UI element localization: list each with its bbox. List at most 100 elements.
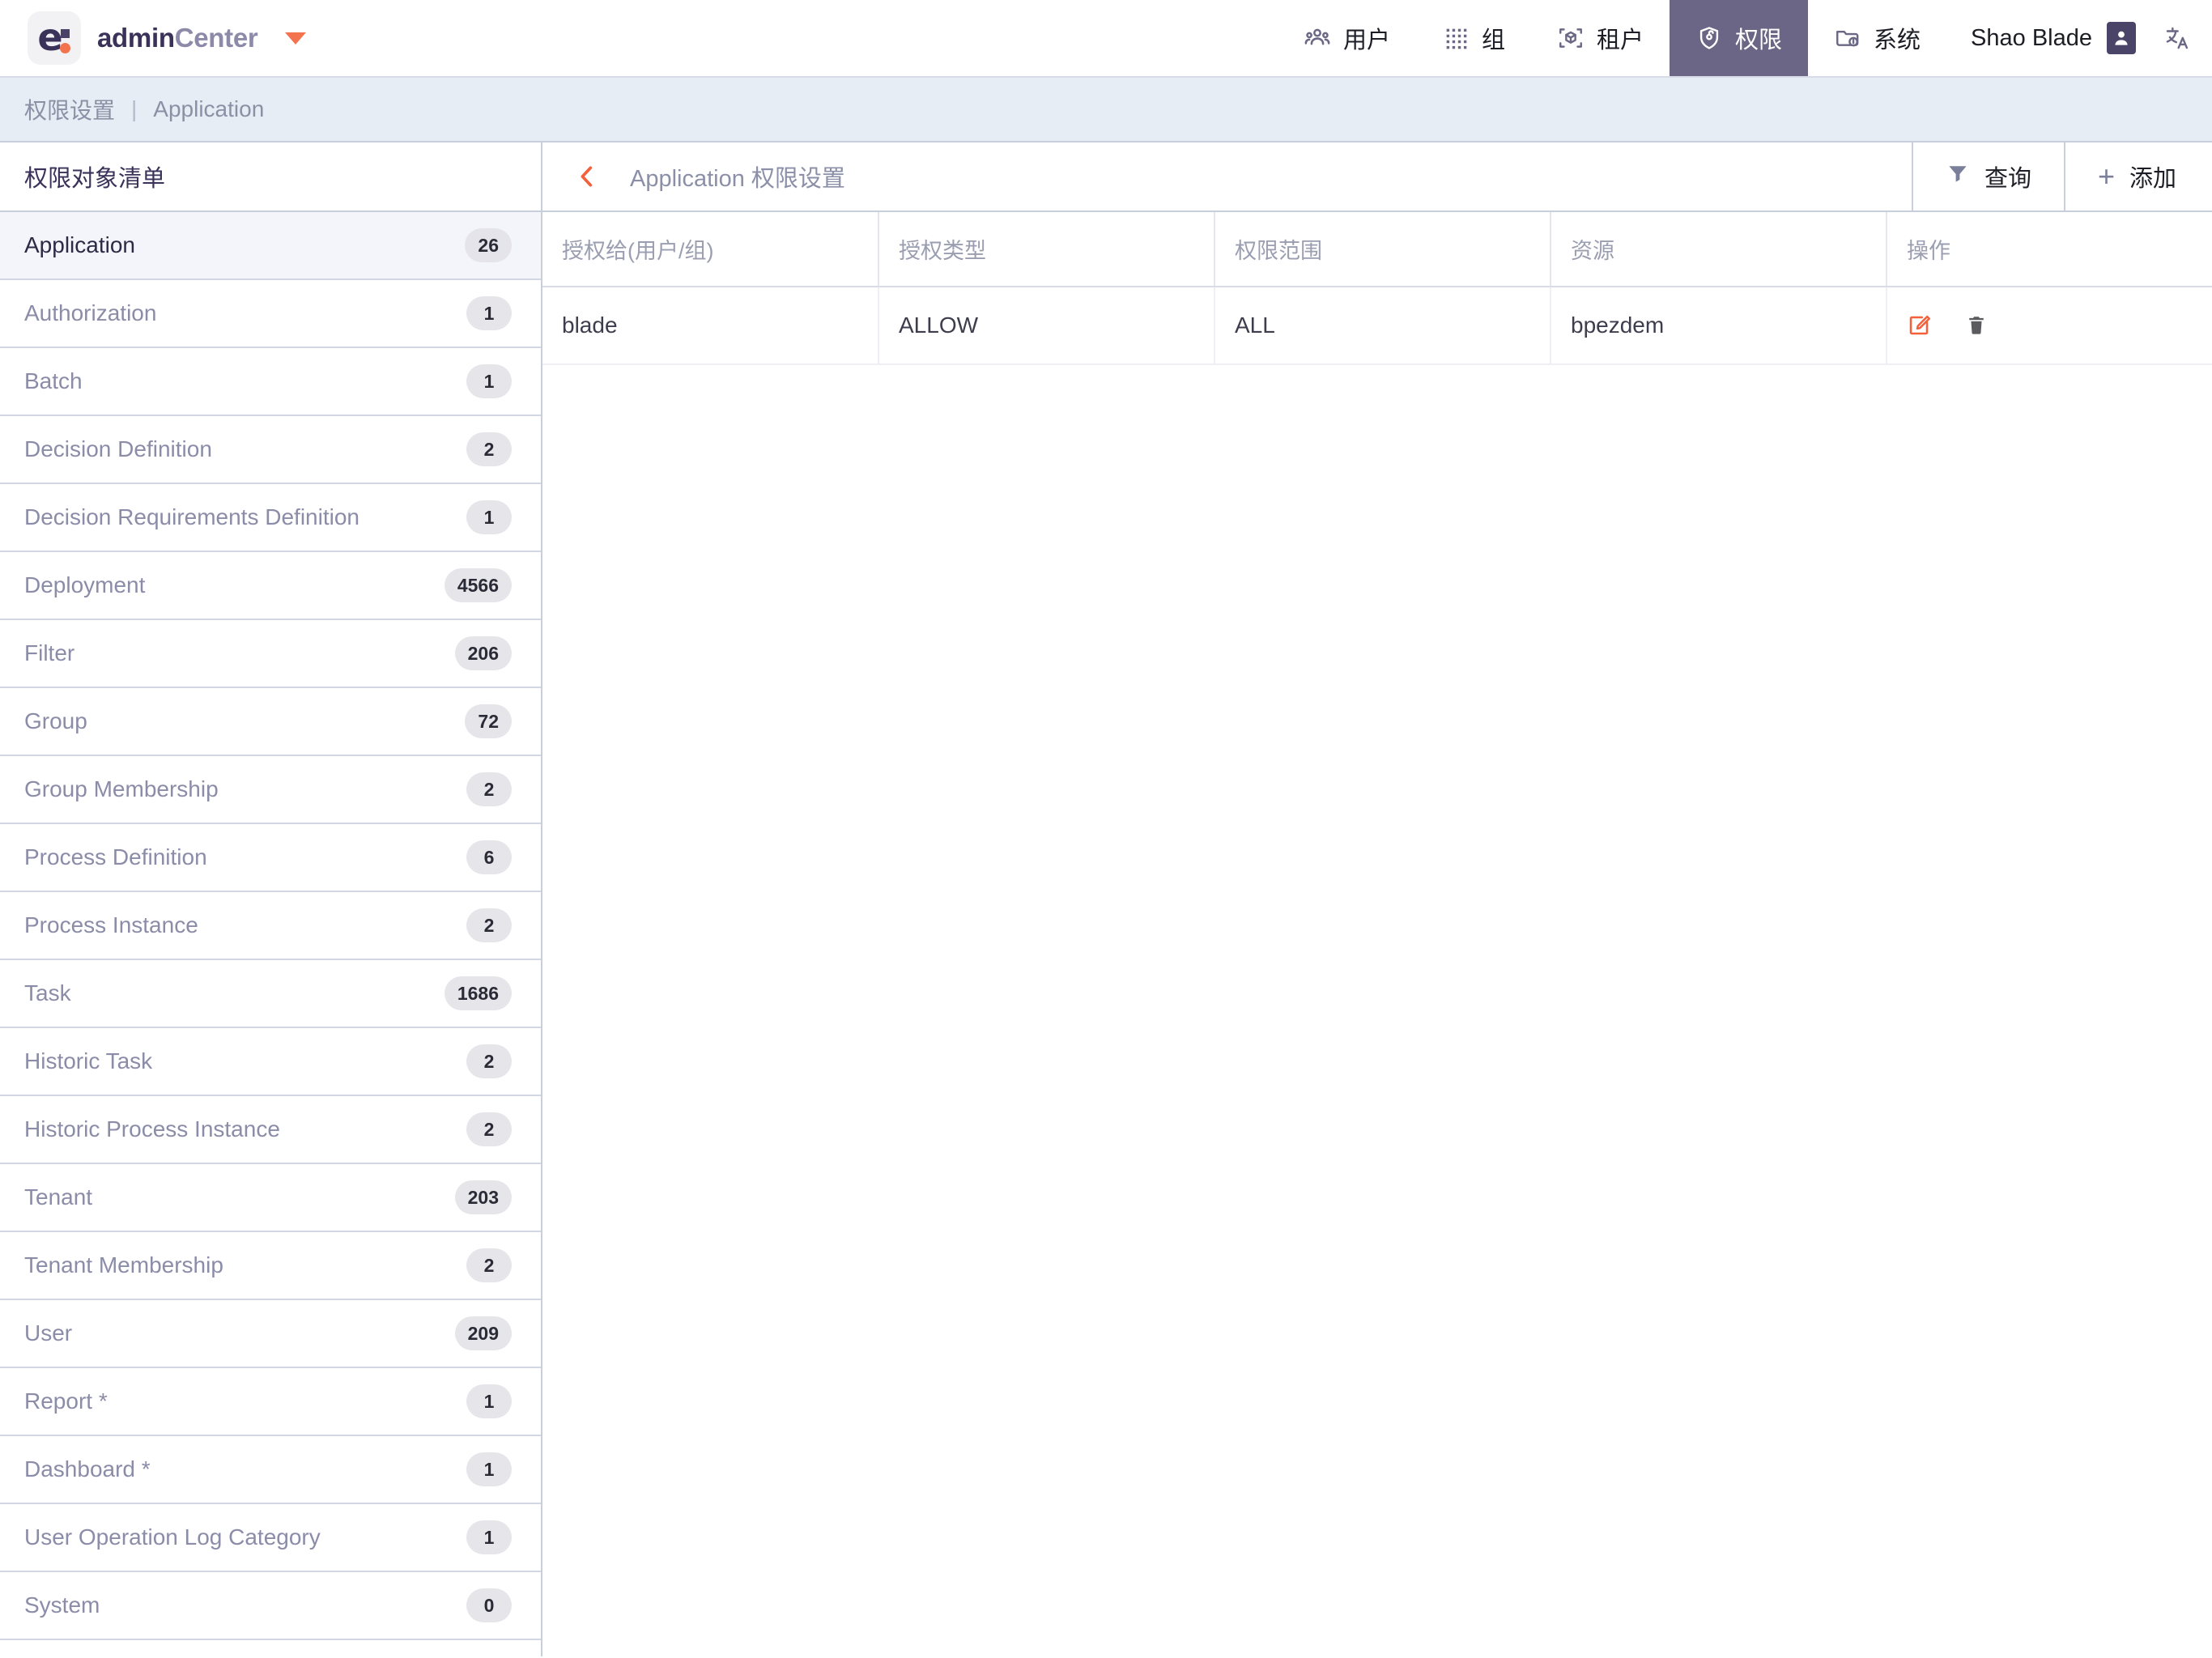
logo-letter-icon: e <box>37 15 63 59</box>
sidebar-item-count-badge: 1 <box>466 364 512 398</box>
brand-title: adminCenter <box>97 23 258 53</box>
main-header: Application 权限设置 查询 + 添加 <box>542 142 2212 212</box>
top-bar: e adminCenter 用户 组 租户 权限 系统 Shao Blade <box>0 0 2212 78</box>
sidebar-item-label: Decision Definition <box>24 436 212 461</box>
nav-item-users[interactable]: 用户 <box>1278 0 1416 76</box>
sidebar-item[interactable]: User Operation Log Category 1 <box>0 1504 541 1572</box>
user-name-label: Shao Blade <box>1971 24 2092 51</box>
sidebar-item[interactable]: Batch 1 <box>0 348 541 416</box>
chevron-left-icon[interactable] <box>565 163 609 190</box>
cell-resource: bpezdem <box>1551 287 1887 365</box>
sidebar-item[interactable]: Deployment 4566 <box>0 552 541 620</box>
sidebar-item-count-badge: 4566 <box>444 568 512 602</box>
sidebar-item-count-badge: 203 <box>454 1180 512 1214</box>
sidebar-item-count-badge: 206 <box>454 636 512 670</box>
nav-label-groups: 组 <box>1481 28 1505 53</box>
nav-item-permissions[interactable]: 权限 <box>1670 0 1809 76</box>
sidebar-item[interactable]: Tenant 203 <box>0 1164 541 1232</box>
sidebar-item[interactable]: Historic Task 2 <box>0 1028 541 1096</box>
query-button[interactable]: 查询 <box>1913 142 2065 210</box>
sidebar-item[interactable]: Report * 1 <box>0 1368 541 1436</box>
table-column-header: 资源 <box>1551 212 1887 287</box>
user-menu[interactable]: Shao Blade <box>1946 0 2157 76</box>
sidebar-item-label: Historic Process Instance <box>24 1116 280 1141</box>
table-header-row: 授权给(用户/组) 授权类型 权限范围 资源 操作 <box>542 212 2212 287</box>
sidebar-item[interactable]: System 0 <box>0 1572 541 1640</box>
sidebar-item-count-badge: 0 <box>466 1588 512 1622</box>
logo-square-icon <box>61 29 70 38</box>
sidebar-item[interactable]: Process Instance 2 <box>0 892 541 960</box>
person-icon[interactable] <box>2107 22 2136 54</box>
sidebar-item-count-badge: 1 <box>466 296 512 330</box>
sidebar-item-count-badge: 209 <box>454 1316 512 1350</box>
edit-pencil-icon[interactable] <box>1907 313 1931 338</box>
query-button-label: 查询 <box>1984 166 2031 192</box>
sidebar-item[interactable]: Group Membership 2 <box>0 756 541 824</box>
logo-dot-icon <box>60 43 70 53</box>
sidebar: 权限对象清单 Application 26 Authorization 1 Batch 1… <box>0 142 542 1656</box>
table-row: blade ALLOW ALL bpezdem <box>542 287 2212 365</box>
breadcrumb: 权限设置 | Application <box>0 78 2212 142</box>
sidebar-item-label: Decision Requirements Definition <box>24 504 359 529</box>
app-logo: e <box>28 11 81 65</box>
plus-icon: + <box>2097 159 2115 193</box>
sidebar-item[interactable]: Process Definition 6 <box>0 824 541 892</box>
sidebar-item-count-badge: 26 <box>465 228 512 262</box>
sidebar-item[interactable]: Group 72 <box>0 688 541 756</box>
table-column-header: 权限范围 <box>1214 212 1551 287</box>
sidebar-item-label: Application <box>24 232 135 257</box>
language-switch-button[interactable] <box>2157 0 2212 76</box>
sidebar-item-count-badge: 2 <box>466 772 512 806</box>
main-content: Application 权限设置 查询 + 添加 授权给(用户/组) 授权类型 … <box>542 142 2212 1656</box>
sidebar-title: 权限对象清单 <box>0 142 541 212</box>
users-icon <box>1304 24 1331 52</box>
sidebar-item-label: Tenant Membership <box>24 1252 223 1278</box>
sidebar-item-count-badge: 1 <box>466 1452 512 1486</box>
sidebar-item[interactable]: Tenant Membership 2 <box>0 1232 541 1300</box>
sidebar-item-label: Batch <box>24 368 83 393</box>
sidebar-item[interactable]: Decision Definition 2 <box>0 416 541 484</box>
sidebar-item[interactable]: Decision Requirements Definition 1 <box>0 484 541 552</box>
sidebar-item-count-badge: 6 <box>466 840 512 874</box>
nav-item-groups[interactable]: 组 <box>1416 0 1531 76</box>
breadcrumb-separator: | <box>131 96 138 121</box>
sidebar-item-label: Group Membership <box>24 776 219 801</box>
folder-info-icon <box>1834 24 1861 52</box>
sidebar-item-label: Historic Task <box>24 1048 153 1073</box>
add-button[interactable]: + 添加 <box>2065 142 2212 210</box>
nav-label-tenants: 租户 <box>1596 28 1644 53</box>
sidebar-item-label: Process Instance <box>24 912 198 937</box>
sidebar-item-label: Process Definition <box>24 844 207 869</box>
sidebar-item-count-badge: 2 <box>466 1044 512 1078</box>
nav-item-system[interactable]: 系统 <box>1808 0 1946 76</box>
sidebar-item[interactable]: Historic Process Instance 2 <box>0 1096 541 1164</box>
trash-icon[interactable] <box>1965 314 1988 337</box>
sidebar-item-label: Task <box>24 980 71 1005</box>
sidebar-item[interactable]: Task 1686 <box>0 960 541 1028</box>
cell-auth-type: ALLOW <box>878 287 1215 365</box>
permissions-table: 授权给(用户/组) 授权类型 权限范围 资源 操作 blade ALLOW ALL bpezd… <box>542 212 2212 365</box>
sidebar-item[interactable]: Dashboard * 1 <box>0 1436 541 1504</box>
sidebar-item[interactable]: Filter 206 <box>0 620 541 688</box>
sidebar-item[interactable]: User 209 <box>0 1300 541 1368</box>
cube-scan-icon <box>1557 24 1585 52</box>
brand-area[interactable]: e adminCenter <box>0 0 307 76</box>
breadcrumb-current: Application <box>153 96 265 121</box>
funnel-icon <box>1946 161 1970 192</box>
nav-item-tenants[interactable]: 租户 <box>1531 0 1670 76</box>
sidebar-item-count-badge: 2 <box>466 908 512 942</box>
sidebar-list: Application 26 Authorization 1 Batch 1 Decisio… <box>0 212 541 1640</box>
translate-icon <box>2163 24 2191 52</box>
top-navigation: 用户 组 租户 权限 系统 Shao Blade <box>1278 0 2212 76</box>
breadcrumb-root[interactable]: 权限设置 <box>24 93 115 125</box>
cell-granted-to: blade <box>542 287 879 365</box>
sidebar-item-label: Group <box>24 708 87 733</box>
sidebar-item-label: Filter <box>24 640 75 665</box>
sidebar-item[interactable]: Authorization 1 <box>0 280 541 348</box>
nav-label-permissions: 权限 <box>1735 28 1783 53</box>
cell-actions <box>1887 287 2212 365</box>
sidebar-item-label: Tenant <box>24 1184 93 1209</box>
sidebar-item[interactable]: Application 26 <box>0 212 541 280</box>
grid-dots-icon <box>1442 24 1470 52</box>
chevron-down-icon[interactable] <box>285 32 307 45</box>
